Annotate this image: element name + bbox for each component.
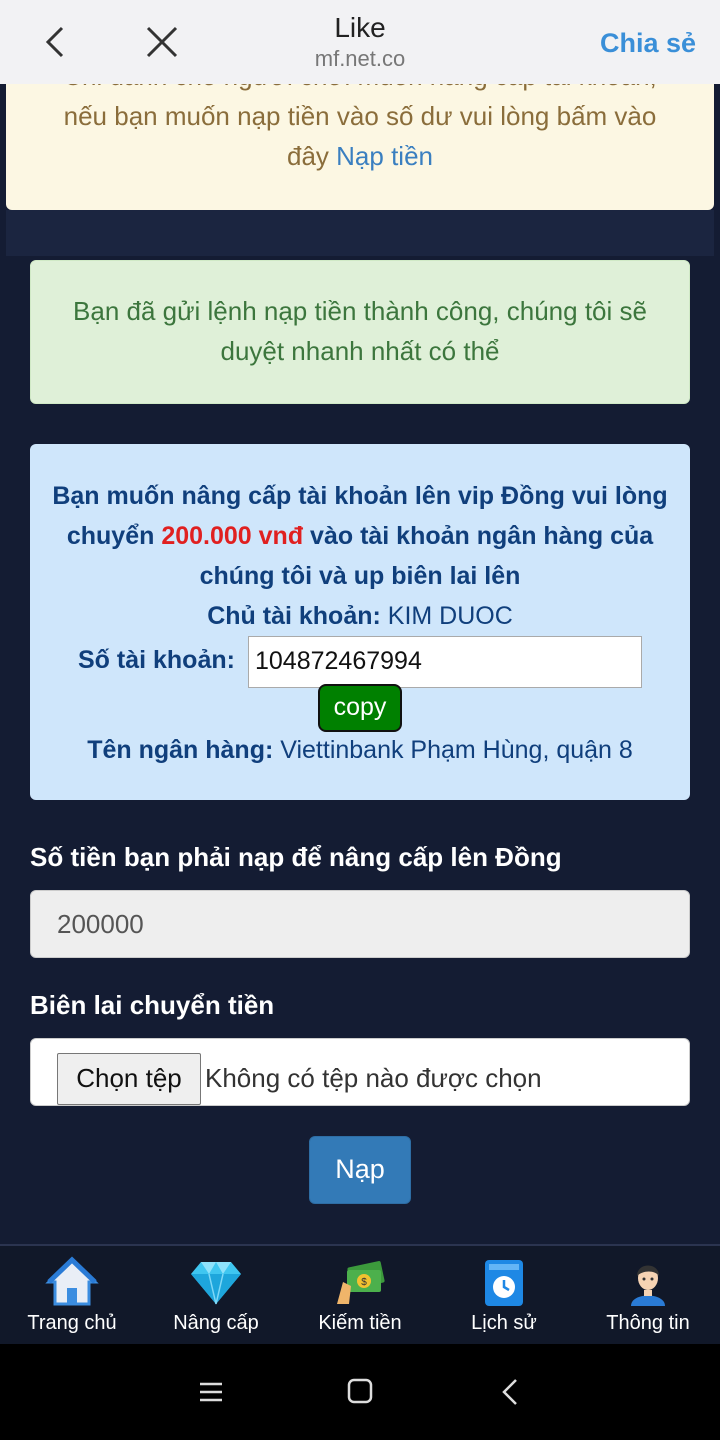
notice-line-3-text: đây xyxy=(287,141,337,171)
owner-value: KIM DUOC xyxy=(380,602,513,630)
copy-button[interactable]: copy xyxy=(318,684,402,732)
system-nav-bar xyxy=(0,1344,720,1440)
nav-item-history[interactable]: Lịch sử xyxy=(432,1256,576,1335)
browser-toolbar: Like mf.net.co Chia sẻ xyxy=(0,0,720,84)
share-button[interactable]: Chia sẻ xyxy=(600,28,696,59)
home-button-icon[interactable] xyxy=(340,1374,380,1410)
deposit-link[interactable]: Nạp tiền xyxy=(336,141,433,171)
svg-text:$: $ xyxy=(361,1277,367,1288)
receipt-file-input[interactable]: Chọn tệp Không có tệp nào được chọn xyxy=(30,1038,690,1106)
bank-info-box: Bạn muốn nâng cấp tài khoản lên vip Đồng… xyxy=(30,444,690,800)
nav-label-earn: Kiếm tiền xyxy=(318,1312,402,1334)
nav-label-history: Lịch sử xyxy=(471,1312,537,1334)
notice-line-3: đây Nạp tiền xyxy=(6,136,714,176)
submit-button[interactable]: Nạp xyxy=(309,1136,411,1204)
diamond-icon xyxy=(191,1262,241,1305)
transfer-instruction: Bạn muốn nâng cấp tài khoản lên vip Đồng… xyxy=(50,476,670,596)
account-number-field[interactable]: 104872467994 xyxy=(248,636,642,688)
nav-item-home[interactable]: Trang chủ xyxy=(0,1256,144,1335)
panel-edge xyxy=(6,210,714,256)
back-button-icon[interactable] xyxy=(492,1374,532,1410)
nav-label-home: Trang chủ xyxy=(27,1312,117,1334)
bank-label: Tên ngân hàng: xyxy=(87,736,274,764)
nav-item-upgrade[interactable]: Nâng cấp xyxy=(144,1256,288,1335)
notice-line-2: nếu bạn muốn nạp tiền vào số dư vui lòng… xyxy=(63,101,657,131)
amount-input[interactable]: 200000 xyxy=(30,890,690,958)
account-owner: Chủ tài khoản: KIM DUOC xyxy=(30,596,690,636)
nav-label-upgrade: Nâng cấp xyxy=(173,1312,259,1334)
choose-file-button[interactable]: Chọn tệp xyxy=(57,1053,201,1105)
receipt-label: Biên lai chuyển tiền xyxy=(30,990,275,1020)
money-icon: $ xyxy=(337,1261,385,1304)
transfer-amount: 200.000 vnđ xyxy=(161,522,304,550)
bank-value: Viettinbank Phạm Hùng, quận 8 xyxy=(273,736,633,764)
nav-item-profile[interactable]: Thông tin xyxy=(576,1256,720,1335)
account-number-label: Số tài khoản: xyxy=(78,646,235,674)
success-alert: Bạn đã gửi lệnh nạp tiền thành công, chú… xyxy=(30,260,690,404)
nav-item-earn[interactable]: $ Kiếm tiền xyxy=(288,1256,432,1335)
recent-apps-icon[interactable] xyxy=(190,1374,230,1410)
file-status: Không có tệp nào được chọn xyxy=(205,1063,542,1093)
user-icon xyxy=(631,1265,665,1306)
history-icon xyxy=(485,1260,523,1306)
nav-label-profile: Thông tin xyxy=(606,1312,690,1334)
bottom-nav: Trang chủ Nâng cấp $ Kiếm tiền Lịch sử T… xyxy=(0,1244,720,1344)
amount-label: Số tiền bạn phải nạp để nâng cấp lên Đồn… xyxy=(30,842,562,872)
bank-name: Tên ngân hàng: Viettinbank Phạm Hùng, qu… xyxy=(30,730,690,770)
home-icon xyxy=(45,1256,99,1306)
owner-label: Chủ tài khoản: xyxy=(207,602,381,630)
